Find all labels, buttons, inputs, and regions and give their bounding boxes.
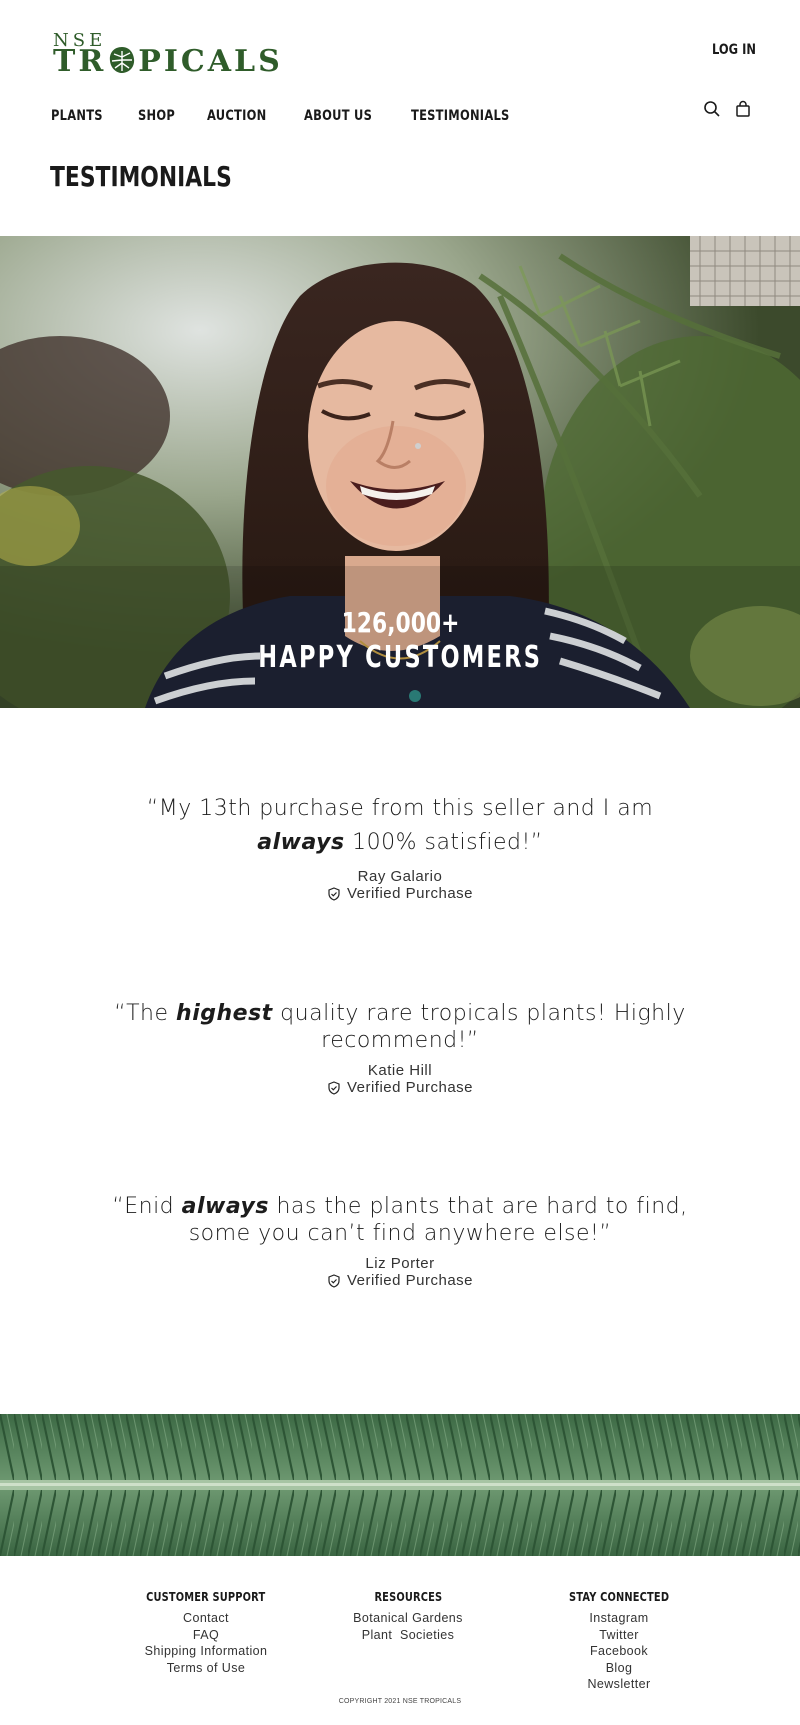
testimonial-author: Liz Porter xyxy=(365,1255,435,1272)
footer-customer-support: CUSTOMER SUPPORT Contact FAQ Shipping In… xyxy=(106,1590,306,1676)
footer-link-contact[interactable]: Contact xyxy=(106,1610,306,1627)
logo-main-text: TR PICALS xyxy=(53,44,283,79)
footer-resources: RESOURCES Botanical Gardens Plant Societ… xyxy=(308,1590,508,1643)
footer-stay-connected: STAY CONNECTED Instagram Twitter Faceboo… xyxy=(519,1590,719,1693)
monstera-leaf-icon xyxy=(110,47,135,73)
nav-label: SHOP xyxy=(138,107,176,124)
testimonial-quote: “The highest quality rare tropicals plan… xyxy=(100,1000,700,1054)
footer-heading: STAY CONNECTED xyxy=(519,1590,719,1604)
footer-link-shipping[interactable]: Shipping Information xyxy=(106,1643,306,1660)
testimonial-author: Ray Galario xyxy=(357,868,443,885)
leaf-banner-image xyxy=(0,1414,800,1556)
verified-shield-icon xyxy=(328,886,340,901)
testimonial-card: “Enid always has the plants that are har… xyxy=(100,1193,700,1289)
verified-label: Verified Purchase xyxy=(346,1079,474,1096)
hero-customer-count: 126,000+ xyxy=(0,606,800,639)
footer-link-faq[interactable]: FAQ xyxy=(106,1627,306,1644)
copyright-text: COPYRIGHT 2021 NSE TROPICALS xyxy=(338,1698,462,1705)
footer-link-twitter[interactable]: Twitter xyxy=(519,1627,719,1644)
footer-link-blog[interactable]: Blog xyxy=(519,1660,719,1677)
verified-label: Verified Purchase xyxy=(346,885,474,902)
verified-label: Verified Purchase xyxy=(346,1272,474,1289)
footer-link-instagram[interactable]: Instagram xyxy=(519,1610,719,1627)
footer-link-botanical-gardens[interactable]: Botanical Gardens xyxy=(308,1610,508,1627)
page-title-text: TESTIMONIALS xyxy=(50,160,232,193)
verified-purchase-badge: Verified Purchase xyxy=(100,1272,700,1289)
quote-text-after: quality rare tropicals plants! Highly re… xyxy=(272,1001,686,1053)
quote-text-before: “My 13th purchase from this seller and I… xyxy=(146,796,654,821)
login-link[interactable]: LOG IN xyxy=(712,41,766,58)
quote-text-before: “Enid xyxy=(112,1194,182,1219)
quote-emphasis: always xyxy=(181,1194,269,1219)
search-button[interactable] xyxy=(703,100,721,118)
footer-heading: CUSTOMER SUPPORT xyxy=(106,1590,306,1604)
shopping-bag-icon xyxy=(736,100,750,117)
footer-link-terms[interactable]: Terms of Use xyxy=(106,1660,306,1677)
logo-main-right: PICALS xyxy=(138,44,283,79)
nav-label: PLANTS xyxy=(51,107,103,124)
leaf-texture xyxy=(0,1414,800,1556)
nav-label: TESTIMONIALS xyxy=(410,107,510,124)
quote-text-before: “The xyxy=(114,1001,177,1026)
footer-link-facebook[interactable]: Facebook xyxy=(519,1643,719,1660)
quote-text-after: 100% satisfied!” xyxy=(344,830,543,855)
verified-purchase-badge: Verified Purchase xyxy=(100,1079,700,1096)
verified-purchase-badge: Verified Purchase xyxy=(100,885,700,902)
page-title: TESTIMONIALS xyxy=(50,160,283,193)
search-icon xyxy=(704,101,720,117)
footer-heading-text: CUSTOMER SUPPORT xyxy=(146,1590,266,1604)
nav-item-plants[interactable]: PLANTS xyxy=(51,107,114,124)
nav-item-auction[interactable]: AUCTION xyxy=(207,107,280,124)
footer-heading: RESOURCES xyxy=(308,1590,508,1604)
hero-caption: HAPPY CUSTOMERS xyxy=(0,640,800,675)
nav-label: ABOUT US xyxy=(303,107,372,124)
nav-item-shop[interactable]: SHOP xyxy=(138,107,183,124)
testimonial-card: “The highest quality rare tropicals plan… xyxy=(100,1000,700,1096)
hero-count-text: 126,000+ xyxy=(341,606,459,639)
testimonial-card: “My 13th purchase from this seller and I… xyxy=(100,792,700,902)
footer-link-newsletter[interactable]: Newsletter xyxy=(519,1676,719,1693)
hero-caption-text: HAPPY CUSTOMERS xyxy=(258,640,542,675)
nav-item-about-us[interactable]: ABOUT US xyxy=(304,107,387,124)
login-label: LOG IN xyxy=(712,42,756,58)
testimonial-quote: “My 13th purchase from this seller and I… xyxy=(100,792,700,860)
site-footer: CUSTOMER SUPPORT Contact FAQ Shipping In… xyxy=(0,1556,800,1725)
footer-heading-text: STAY CONNECTED xyxy=(568,1590,670,1604)
cart-button[interactable] xyxy=(734,100,752,118)
testimonial-quote: “Enid always has the plants that are har… xyxy=(100,1193,700,1247)
nav-item-testimonials[interactable]: TESTIMONIALS xyxy=(411,107,531,124)
quote-emphasis: always xyxy=(257,830,345,855)
verified-shield-icon xyxy=(328,1080,340,1095)
quote-emphasis: highest xyxy=(176,1001,273,1026)
footer-heading-text: RESOURCES xyxy=(374,1590,442,1604)
footer-link-plant-societies[interactable]: Plant Societies xyxy=(308,1627,508,1644)
verified-shield-icon xyxy=(328,1273,340,1288)
nav-label: AUCTION xyxy=(207,107,267,124)
site-logo[interactable]: NSE TR PICALS xyxy=(53,30,280,80)
main-nav: PLANTS SHOP AUCTION ABOUT US TESTIMONIAL… xyxy=(51,105,555,125)
testimonial-author: Katie Hill xyxy=(367,1062,433,1079)
logo-main-left: TR xyxy=(53,44,107,79)
